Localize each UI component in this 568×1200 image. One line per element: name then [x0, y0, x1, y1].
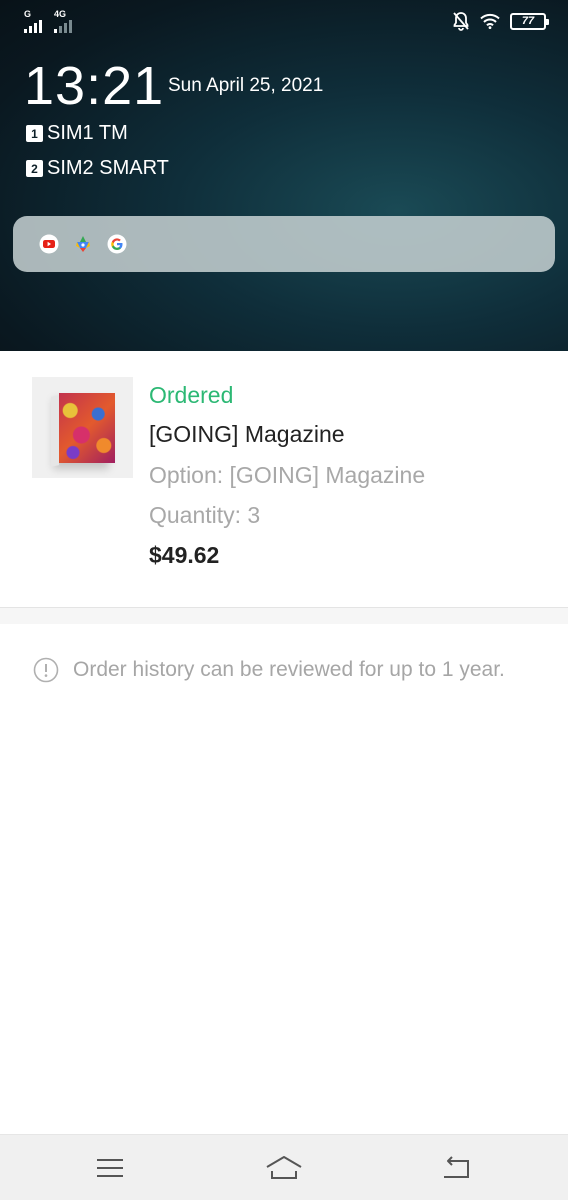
battery-level: 77 [521, 15, 535, 27]
sim1-carrier-label: SIM1 TM [47, 122, 128, 144]
back-button[interactable] [436, 1153, 476, 1183]
sim1-signal-icon [24, 20, 42, 33]
sim1-network-type: G [24, 9, 32, 19]
order-item-card[interactable]: Ordered [GOING] Magazine Option: [GOING]… [0, 351, 568, 607]
sim2-network-type: 4G [54, 9, 67, 19]
sim2-slot-icon: 2 [26, 160, 43, 177]
sim2-carrier-label: SIM2 SMART [47, 157, 169, 179]
order-history-notice: Order history can be reviewed for up to … [33, 657, 505, 683]
play-games-icon[interactable] [73, 234, 93, 254]
back-icon [444, 1156, 469, 1178]
info-area [0, 608, 568, 1134]
battery-icon: 77 [510, 12, 549, 30]
sim2-carrier: 2 SIM2 SMART [26, 157, 169, 180]
sim1-carrier: 1 SIM1 TM [26, 122, 128, 145]
magazine-cover-image [58, 392, 115, 463]
wifi-icon [480, 13, 500, 29]
google-icon[interactable] [107, 234, 127, 254]
clock-time: 13:21 [24, 56, 165, 116]
home-button[interactable] [264, 1153, 304, 1183]
product-option: Option: [GOING] Magazine [149, 462, 426, 488]
status-bar: G 4G 77 [0, 0, 568, 44]
sim2-signal-icon [54, 20, 72, 33]
date-label: Sun April 25, 2021 [168, 75, 324, 96]
notice-text: Order history can be reviewed for up to … [73, 658, 505, 681]
order-status: Ordered [149, 382, 234, 408]
sim2-signal: 4G [54, 10, 72, 33]
menu-icon [97, 1159, 123, 1177]
product-title[interactable]: [GOING] Magazine [149, 421, 345, 448]
product-thumbnail[interactable] [32, 377, 133, 478]
menu-button[interactable] [90, 1153, 130, 1183]
sim1-slot-icon: 1 [26, 125, 43, 142]
info-icon [33, 657, 59, 683]
notification-shade: G 4G 77 13:21 Sun April 25, 2021 1 SIM1 … [0, 0, 568, 351]
product-quantity: Quantity: 3 [149, 502, 261, 528]
quick-search-bar[interactable] [13, 216, 555, 272]
system-navigation-bar [0, 1134, 568, 1200]
section-gap [0, 608, 568, 624]
youtube-icon[interactable] [39, 234, 59, 254]
sim1-signal: G [24, 10, 42, 33]
notifications-off-icon [453, 12, 469, 31]
home-icon [266, 1156, 302, 1179]
product-price: $49.62 [149, 542, 220, 568]
status-icons: 77 [452, 11, 549, 31]
